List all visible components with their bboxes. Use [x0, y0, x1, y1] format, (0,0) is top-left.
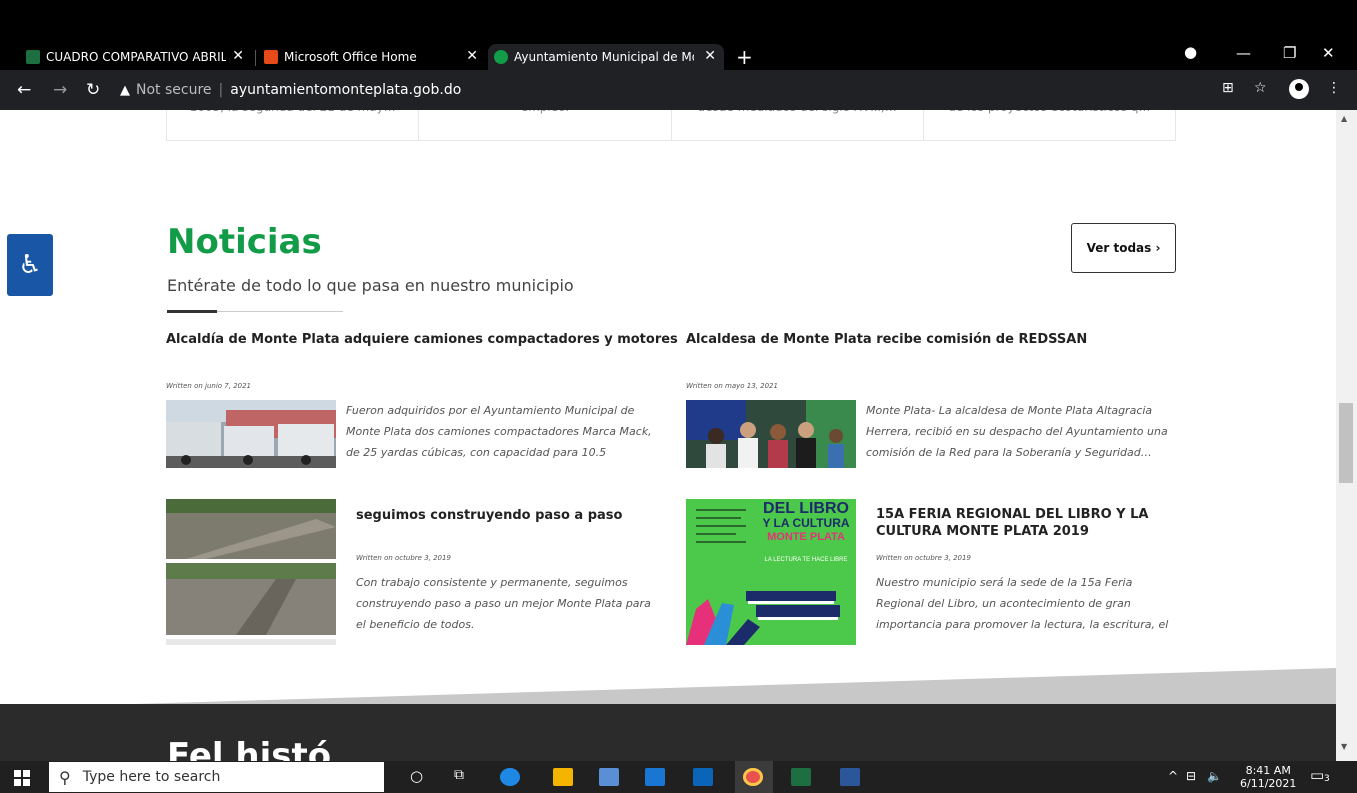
divider-accent [167, 310, 217, 313]
scrollbar-thumb[interactable] [1339, 403, 1353, 483]
feature-excerpt: empleo. [419, 110, 672, 140]
clock-time: 8:41 AM [1245, 764, 1291, 777]
tab-label: CUADRO COMPARATIVO ABRIL-N [46, 50, 226, 64]
article-date: Written on octubre 3, 2019 [356, 554, 451, 562]
address-bar-area: ← → ↻ ▲ Not secure | ayuntamientomontepl… [0, 70, 1357, 110]
accessibility-button[interactable]: ♿ [7, 234, 53, 296]
windows-start-icon[interactable] [14, 770, 30, 786]
tab-separator [255, 50, 256, 66]
construction-photo [166, 499, 336, 645]
close-icon[interactable]: ✕ [704, 48, 716, 64]
article-date: Written on mayo 13, 2021 [686, 382, 778, 390]
back-arrow-icon[interactable]: ← [17, 80, 31, 100]
section-title: Noticias [167, 222, 322, 262]
feature-excerpt: desde mediados del siglo XVIII,… [672, 110, 924, 140]
office-icon [264, 50, 278, 64]
feature-excerpt: 1665, la segunda del 21 de may… [167, 110, 420, 140]
close-icon[interactable]: ✕ [466, 48, 478, 64]
feature-excerpt: de los proyectos ecoturísticos q… [924, 110, 1175, 140]
ver-todas-button[interactable]: Ver todas › [1071, 223, 1176, 273]
close-icon[interactable]: ✕ [232, 48, 244, 64]
chevron-up-icon[interactable]: ^ [1168, 769, 1178, 783]
url-text: ayuntamientomonteplata.gob.do [230, 82, 462, 98]
more-menu-icon[interactable]: ⋮ [1327, 80, 1341, 96]
profile-avatar[interactable] [1289, 79, 1309, 99]
store-icon[interactable] [599, 768, 619, 786]
tab-ayuntamiento[interactable]: Ayuntamiento Municipal de Mon ✕ [488, 44, 724, 70]
article-excerpt: Fueron adquiridos por el Ayuntamiento Mu… [346, 404, 652, 459]
footer-heading: Fel histó [167, 736, 332, 761]
warning-icon: ▲ [120, 82, 130, 98]
page-viewport: 1665, la segunda del 21 de may… empleo. … [0, 110, 1336, 761]
excel-icon [26, 50, 40, 64]
search-icon: ⚲ [59, 767, 71, 787]
window-close-button[interactable]: ✕ [1322, 44, 1335, 62]
footer-wedge [0, 668, 1336, 708]
volume-icon[interactable]: 🔈 [1207, 769, 1222, 783]
article-title[interactable]: 15A FERIA REGIONAL DEL LIBRO Y LA CULTUR… [876, 506, 1166, 540]
article-title[interactable]: seguimos construyendo paso a paso [356, 508, 622, 523]
bookmark-star-icon[interactable]: ☆ [1254, 80, 1267, 96]
network-icon[interactable]: ⊟ [1186, 769, 1196, 783]
article-title[interactable]: Alcaldía de Monte Plata adquiere camione… [166, 332, 678, 347]
translate-icon[interactable]: ⊞ [1222, 80, 1234, 96]
file-explorer-icon[interactable] [553, 768, 573, 786]
tab-label: Microsoft Office Home [284, 50, 417, 64]
forward-arrow-icon[interactable]: → [53, 80, 67, 100]
article-excerpt: Con trabajo consistente y permanente, se… [356, 576, 651, 631]
minimize-button[interactable]: — [1236, 44, 1251, 62]
taskbar-search[interactable]: ⚲ Type here to search [49, 762, 384, 792]
chrome-active-highlight [735, 761, 773, 793]
edge-icon[interactable] [500, 768, 520, 786]
notification-icon[interactable]: ▭ [1310, 766, 1324, 784]
section-subtitle: Entérate de todo lo que pasa en nuestro … [167, 276, 574, 295]
site-favicon-icon [494, 50, 508, 64]
tab-excel[interactable]: CUADRO COMPARATIVO ABRIL-N ✕ [20, 44, 252, 70]
clock[interactable]: 8:41 AM 6/11/2021 [1240, 764, 1296, 790]
scroll-up-arrow-icon[interactable]: ▲ [1341, 114, 1347, 123]
wheelchair-icon: ♿ [18, 250, 42, 280]
outlook-icon[interactable] [693, 768, 713, 786]
article-image-book-fair[interactable]: DEL LIBRO Y LA CULTURA MONTE PLATA LA LE… [686, 499, 856, 645]
search-placeholder: Type here to search [82, 769, 221, 785]
tab-office[interactable]: Microsoft Office Home ✕ [258, 44, 486, 70]
new-tab-button[interactable]: + [736, 45, 753, 69]
divider: | [218, 82, 224, 98]
article-excerpt: Nuestro municipio será la sede de la 15a… [876, 576, 1169, 631]
article-image-meeting[interactable] [686, 400, 856, 468]
book-fair-artwork [686, 509, 840, 645]
restore-button[interactable]: ❐ [1283, 44, 1296, 62]
reload-icon[interactable]: ↻ [86, 80, 100, 100]
task-view-icon[interactable]: ⧉ [454, 767, 464, 783]
article-excerpt: Monte Plata- La alcaldesa de Monte Plata… [866, 404, 1168, 459]
article-image-trucks[interactable] [166, 400, 336, 468]
article-date: Written on octubre 3, 2019 [876, 554, 971, 562]
security-label: Not secure [136, 82, 212, 98]
mail-icon[interactable] [645, 768, 665, 786]
excel-icon[interactable] [791, 768, 811, 786]
profile-menu-icon[interactable]: ● [1184, 43, 1197, 61]
article-title[interactable]: Alcaldesa de Monte Plata recibe comisión… [686, 332, 1087, 347]
scroll-down-arrow-icon[interactable]: ▼ [1341, 742, 1347, 751]
tab-label: Ayuntamiento Municipal de Mon [514, 50, 694, 64]
features-row: 1665, la segunda del 21 de may… empleo. … [166, 110, 1176, 141]
notification-count: 3 [1324, 774, 1330, 784]
taskbar: ⚲ Type here to search ○ ⧉ ^ ⊟ 🔈 8:41 AM … [0, 761, 1357, 793]
trucks-photo [166, 400, 336, 468]
clock-date: 6/11/2021 [1240, 777, 1297, 790]
meeting-photo [686, 400, 856, 468]
article-image-construction[interactable] [166, 499, 336, 645]
tab-bar: CUADRO COMPARATIVO ABRIL-N ✕ Microsoft O… [0, 40, 1357, 70]
cortana-icon[interactable]: ○ [410, 767, 423, 785]
article-date: Written on junio 7, 2021 [166, 382, 252, 390]
omnibox[interactable]: ▲ Not secure | ayuntamientomonteplata.go… [112, 77, 1192, 103]
word-icon[interactable] [840, 768, 860, 786]
scrollbar[interactable]: ▲ ▼ [1336, 110, 1357, 761]
window-title-area [0, 0, 1357, 40]
